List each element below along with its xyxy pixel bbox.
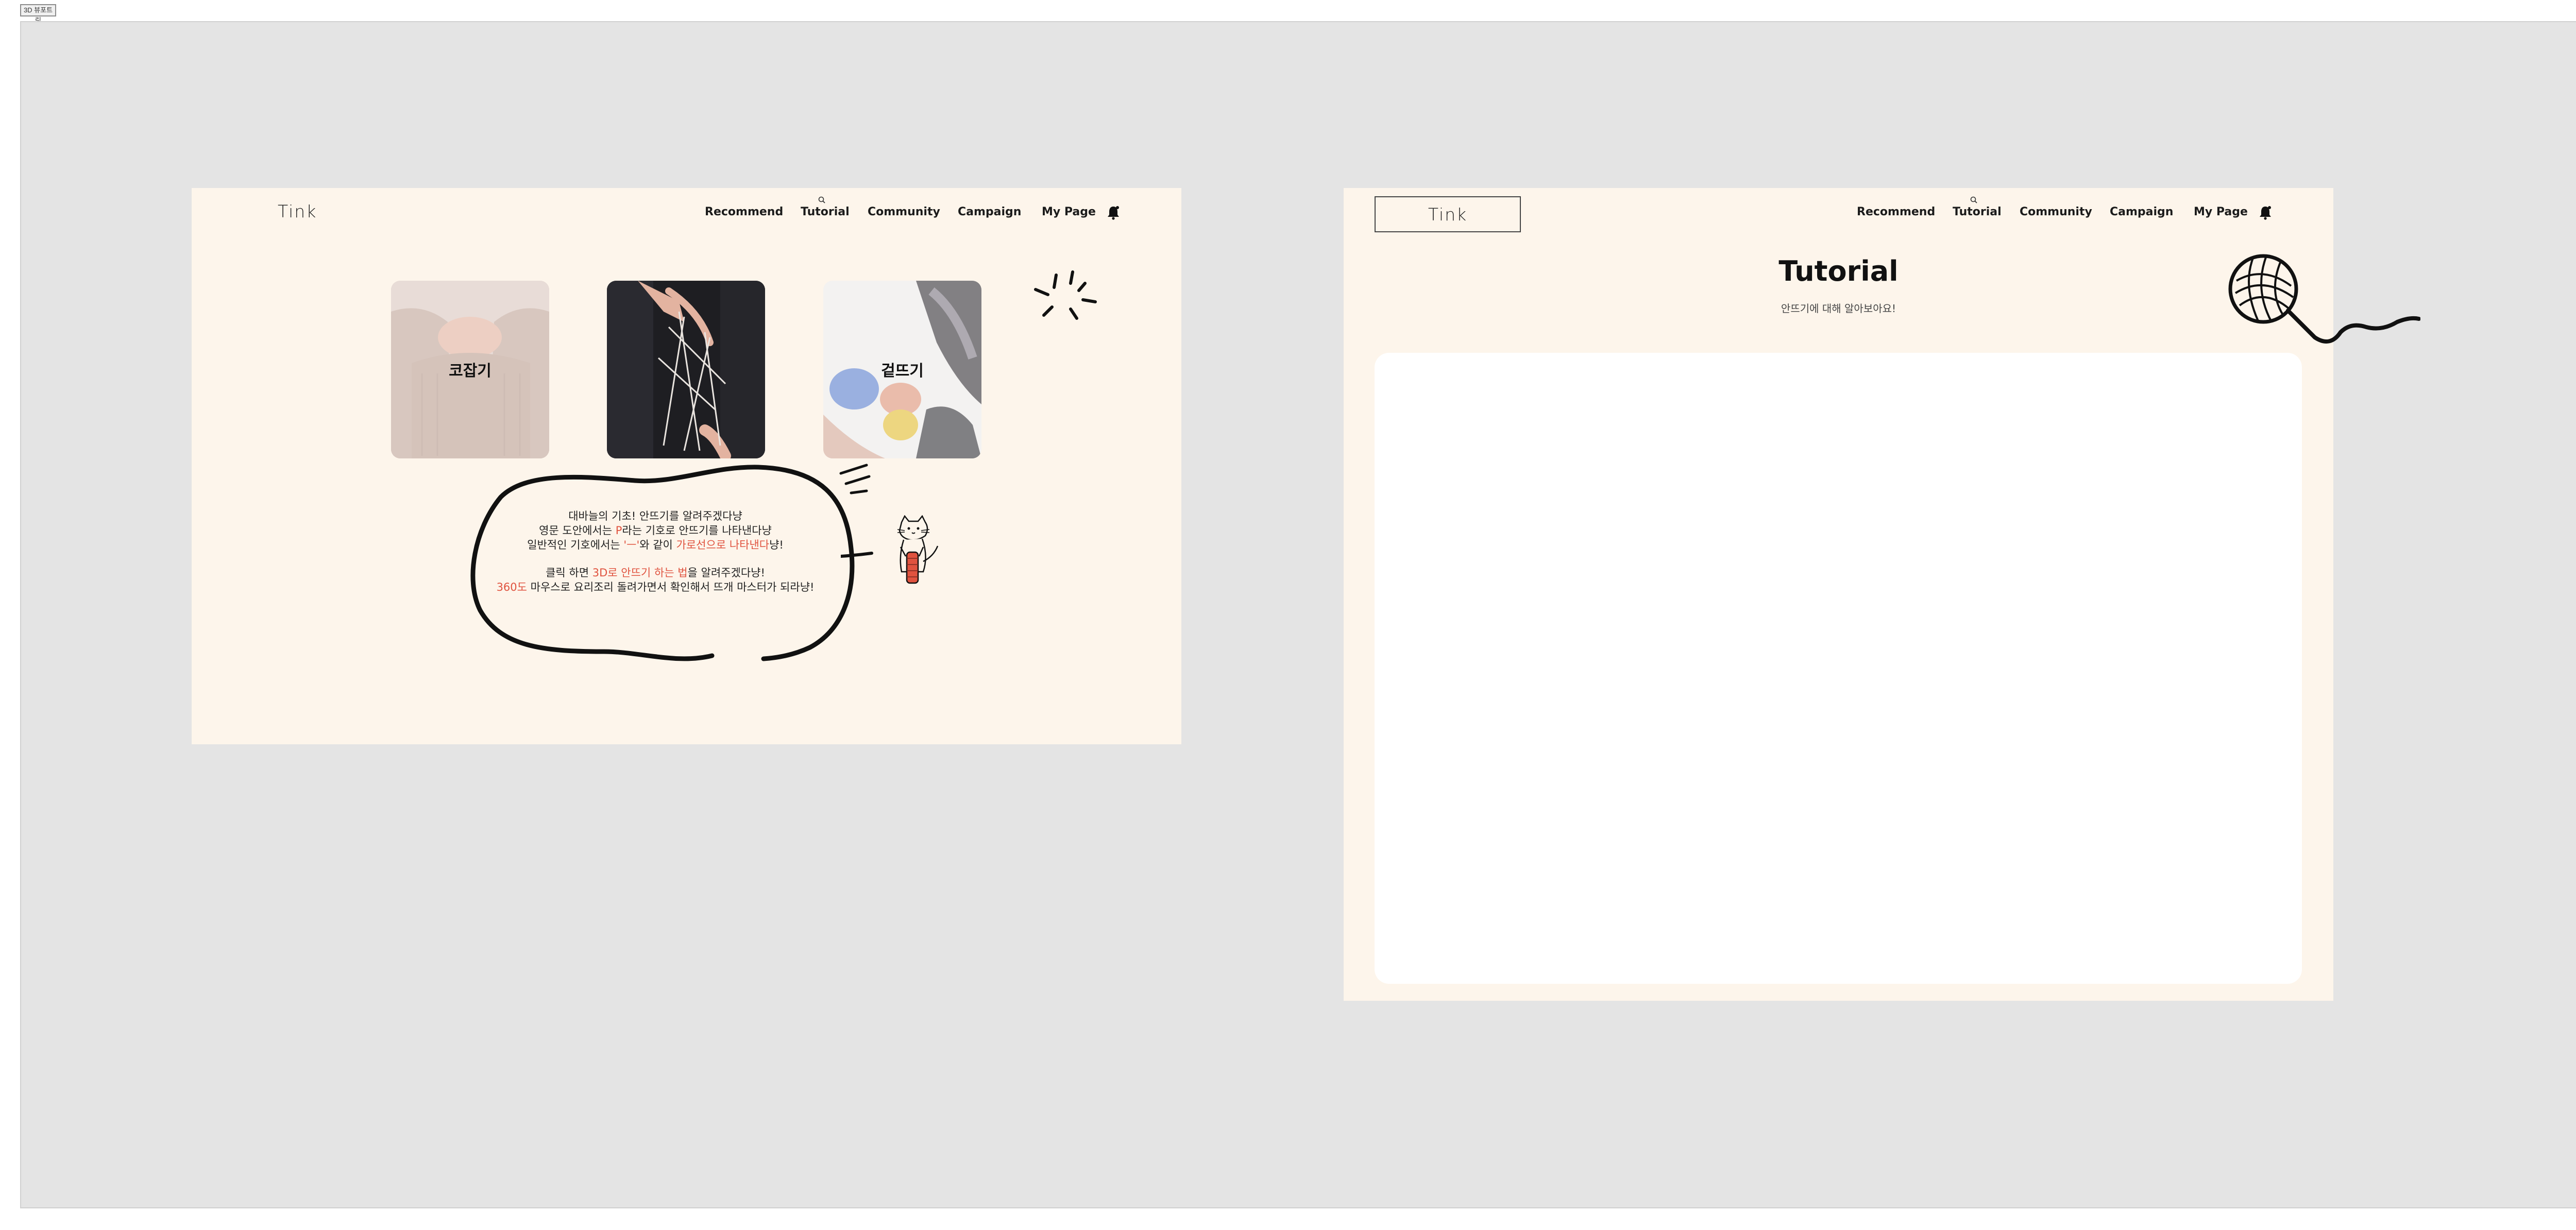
speech-line: 영문 도안에서는 P라는 기호로 안뜨기를 나타낸다냥 xyxy=(539,524,772,537)
speech-line: 일반적인 기호에서는 'ㅡ'와 같이 가로선으로 나타낸다냥! xyxy=(527,539,784,551)
logo[interactable]: Tink xyxy=(278,201,317,221)
speech-line: 360도 마우스로 요리조리 돌려가면서 확인해서 뜨개 마스터가 되라냥! xyxy=(496,581,815,593)
nav-campaign[interactable]: Campaign xyxy=(958,206,1021,218)
nav-recommend[interactable]: Recommend xyxy=(705,206,783,218)
sparkle-decoration xyxy=(1034,270,1097,320)
knitting-basics-frame: Tink Recommend Tutorial Community Campai… xyxy=(192,188,1181,744)
search-icon[interactable] xyxy=(1970,196,1977,203)
card-knit-stitch[interactable] xyxy=(607,281,765,458)
notification-bell-icon[interactable] xyxy=(1106,204,1121,220)
yarn-ball-icon xyxy=(2228,254,2420,344)
page-subtitle: 안뜨기에 대해 알아보아요! xyxy=(1781,302,1896,315)
nav-campaign[interactable]: Campaign xyxy=(2110,206,2173,218)
tutorial-frame: Tink Recommend Tutorial Community Campai… xyxy=(1344,188,2420,1001)
logo-box[interactable]: Tink xyxy=(1375,196,1521,232)
tutorial-3d-viewport[interactable] xyxy=(1375,353,2302,984)
yarn-hands-image xyxy=(607,281,765,458)
design-canvas: Tink Recommend Tutorial Community Campai… xyxy=(20,21,2576,1208)
search-icon[interactable] xyxy=(818,196,825,203)
nav-my-page[interactable]: My Page xyxy=(1042,206,1096,218)
viewport-toggle-button[interactable]: 3D 뷰포트링 xyxy=(20,4,56,24)
nav-community[interactable]: Community xyxy=(2020,206,2092,218)
knitting-cat-mascot-icon xyxy=(841,515,939,584)
page-title: Tutorial xyxy=(1778,255,1899,287)
nav-community[interactable]: Community xyxy=(868,206,940,218)
card-label: 코잡기 xyxy=(449,362,492,380)
speech-line: 클릭 하면 3D로 안뜨기 하는 법을 알려주겠다냥! xyxy=(546,567,765,579)
speech-bubble-text[interactable]: 대바늘의 기초! 안뜨기를 알려주겠다냥 영문 도안에서는 P라는 기호로 안뜨… xyxy=(475,509,836,594)
notification-bell-icon[interactable] xyxy=(2258,204,2273,220)
card-label: 겉뜨기 xyxy=(881,362,924,380)
logo: Tink xyxy=(1428,204,1468,225)
nav-recommend[interactable]: Recommend xyxy=(1857,206,1935,218)
card-cast-on[interactable]: 코잡기 xyxy=(391,281,549,458)
card-purl-stitch[interactable]: 겉뜨기 xyxy=(823,281,981,458)
nav-tutorial[interactable]: Tutorial xyxy=(801,206,850,218)
nav-my-page[interactable]: My Page xyxy=(2194,206,2248,218)
speech-line: 대바늘의 기초! 안뜨기를 알려주겠다냥 xyxy=(568,510,742,522)
nav-tutorial[interactable]: Tutorial xyxy=(1953,206,2002,218)
